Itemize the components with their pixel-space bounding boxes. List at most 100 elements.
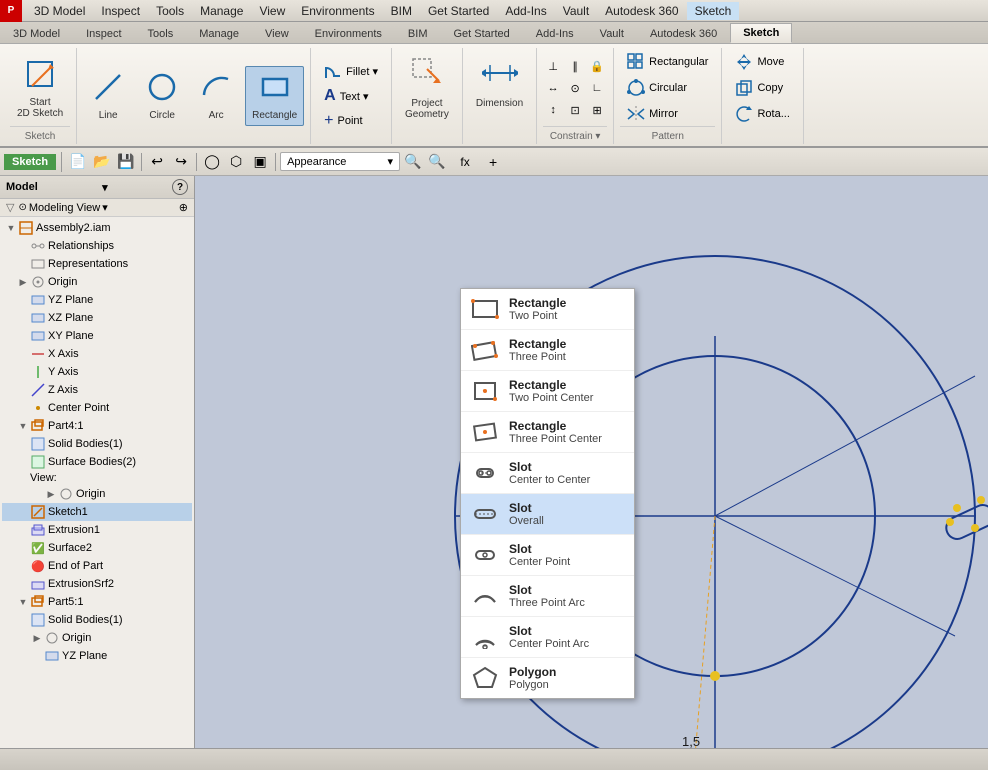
view-cube-btn[interactable]: ◯ [201, 151, 223, 173]
tab-vault[interactable]: Vault [587, 24, 637, 43]
menu-sketch[interactable]: Sketch [687, 2, 740, 20]
plus-btn[interactable]: + [482, 151, 504, 173]
menu-manage[interactable]: Manage [192, 2, 251, 20]
tree-sketch1[interactable]: Sketch1 [2, 503, 192, 521]
tree-xy-plane[interactable]: XY Plane [2, 327, 192, 345]
constrain-btn-8[interactable]: ⊡ [565, 100, 585, 120]
view-dropdown-icon[interactable]: ▾ [102, 201, 108, 214]
redo-btn[interactable]: ↪ [170, 151, 192, 173]
dropdown-item-rect-two-point-center[interactable]: Rectangle Two Point Center [461, 371, 634, 412]
tree-extrusion-srf2[interactable]: ExtrusionSrf2 [2, 575, 192, 593]
sidebar-dropdown-icon[interactable]: ▾ [102, 181, 108, 194]
dropdown-item-rect-three-point[interactable]: Rectangle Three Point [461, 330, 634, 371]
rectangle-button[interactable]: Rectangle [245, 66, 304, 126]
point-button[interactable]: + Point [317, 109, 369, 133]
canvas-area[interactable]: 1,5 1,5 1,25 Rectangle Two Point [195, 176, 988, 748]
move-button[interactable]: Move [728, 50, 796, 74]
tree-solid-bodies-1[interactable]: Solid Bodies(1) [2, 435, 192, 453]
zoom-btn[interactable]: 🔍 [402, 151, 424, 173]
tree-x-axis[interactable]: X Axis [2, 345, 192, 363]
tree-xz-plane[interactable]: XZ Plane [2, 309, 192, 327]
tree-assembly[interactable]: ▼ Assembly2.iam [2, 219, 192, 237]
tree-extrusion1[interactable]: Extrusion1 [2, 521, 192, 539]
tree-surface-bodies[interactable]: Surface Bodies(2) [2, 453, 192, 471]
tree-yz-plane[interactable]: YZ Plane [2, 291, 192, 309]
menu-inspect[interactable]: Inspect [93, 2, 148, 20]
tree-relationships[interactable]: Relationships [2, 237, 192, 255]
dropdown-item-rect-two-point[interactable]: Rectangle Two Point [461, 289, 634, 330]
rectangular-button[interactable]: Rectangular [620, 50, 715, 74]
menu-environments[interactable]: Environments [293, 2, 382, 20]
tree-yz-plane-part5[interactable]: YZ Plane [2, 647, 192, 665]
tab-tools[interactable]: Tools [135, 24, 187, 43]
tree-origin-sub[interactable]: ▶ Origin [2, 485, 192, 503]
appearance-dropdown[interactable]: Appearance ▾ [280, 152, 400, 171]
constrain-btn-5[interactable]: ⊙ [565, 78, 585, 98]
tree-end-of-part[interactable]: 🔴 End of Part [2, 557, 192, 575]
constrain-btn-6[interactable]: ∟ [587, 78, 607, 98]
dropdown-item-slot-center-point[interactable]: Slot Center Point [461, 535, 634, 576]
dropdown-item-rect-three-point-center[interactable]: Rectangle Three Point Center [461, 412, 634, 453]
tab-view[interactable]: View [252, 24, 302, 43]
tab-add-ins[interactable]: Add-Ins [523, 24, 587, 43]
circle-button[interactable]: Circle [137, 66, 187, 126]
dropdown-item-polygon[interactable]: Polygon Polygon [461, 658, 634, 698]
line-button[interactable]: Line [83, 66, 133, 126]
zoom-out-btn[interactable]: 🔍 [426, 151, 448, 173]
tab-manage[interactable]: Manage [186, 24, 252, 43]
dropdown-item-slot-overall[interactable]: Slot Overall [461, 494, 634, 535]
menu-tools[interactable]: Tools [148, 2, 192, 20]
text-button[interactable]: A Text ▾ [317, 84, 375, 108]
sidebar-help-icon[interactable]: ? [172, 179, 188, 195]
tab-bim[interactable]: BIM [395, 24, 441, 43]
undo-btn[interactable]: ↩ [146, 151, 168, 173]
tree-center-point[interactable]: Center Point [2, 399, 192, 417]
fillet-button[interactable]: Fillet ▾ [317, 59, 385, 83]
dropdown-item-slot-three-point-arc[interactable]: Slot Three Point Arc [461, 576, 634, 617]
menu-get-started[interactable]: Get Started [420, 2, 497, 20]
menu-3d-model[interactable]: 3D Model [26, 2, 93, 20]
tree-z-axis[interactable]: Z Axis [2, 381, 192, 399]
menu-view[interactable]: View [251, 2, 293, 20]
tab-environments[interactable]: Environments [302, 24, 395, 43]
menu-add-ins[interactable]: Add-Ins [497, 2, 554, 20]
tree-part5[interactable]: ▼ Part5:1 [2, 593, 192, 611]
circular-button[interactable]: Circular [620, 76, 715, 100]
tab-autodesk-360[interactable]: Autodesk 360 [637, 24, 730, 43]
start-2d-sketch-button[interactable]: Start2D Sketch [10, 53, 70, 124]
tree-origin[interactable]: ▶ Origin [2, 273, 192, 291]
tree-origin-part5[interactable]: ▶ Origin [2, 629, 192, 647]
arc-button[interactable]: Arc [191, 66, 241, 126]
save-btn[interactable]: 💾 [115, 151, 137, 173]
constrain-btn-2[interactable]: ∥ [565, 56, 585, 76]
rotate-button[interactable]: Rota... [728, 102, 796, 126]
tree-y-axis[interactable]: Y Axis [2, 363, 192, 381]
copy-button[interactable]: Copy [728, 76, 796, 100]
tab-get-started[interactable]: Get Started [440, 24, 522, 43]
tab-3d-model[interactable]: 3D Model [0, 24, 73, 43]
dropdown-item-slot-center-center[interactable]: Slot Center to Center [461, 453, 634, 494]
project-geometry-button[interactable]: ProjectGeometry [398, 50, 456, 125]
menu-autodesk-360[interactable]: Autodesk 360 [597, 2, 686, 20]
mirror-button[interactable]: Mirror [620, 102, 715, 126]
view-btn-3[interactable]: ▣ [249, 151, 271, 173]
open-btn[interactable]: 📂 [91, 151, 113, 173]
constrain-btn-4[interactable]: ↔ [543, 78, 563, 98]
tab-sketch[interactable]: Sketch [730, 23, 792, 43]
constrain-btn-1[interactable]: ⊥ [543, 56, 563, 76]
new-btn[interactable]: 📄 [67, 151, 89, 173]
constrain-btn-9[interactable]: ⊞ [587, 100, 607, 120]
fx-btn[interactable]: fx [450, 151, 480, 173]
constrain-btn-3[interactable]: 🔒 [587, 56, 607, 76]
tree-view[interactable]: View: [2, 471, 192, 485]
tree-part4[interactable]: ▼ Part4:1 [2, 417, 192, 435]
tree-surface2[interactable]: ✅ Surface2 [2, 539, 192, 557]
view-btn-2[interactable]: ⬡ [225, 151, 247, 173]
view-settings-icon[interactable]: ⊕ [179, 201, 188, 214]
menu-vault[interactable]: Vault [555, 2, 597, 20]
tab-inspect[interactable]: Inspect [73, 24, 134, 43]
tree-solid-bodies-2[interactable]: Solid Bodies(1) [2, 611, 192, 629]
constrain-btn-7[interactable]: ↕ [543, 100, 563, 120]
tree-representations[interactable]: Representations [2, 255, 192, 273]
dropdown-item-slot-center-point-arc[interactable]: Slot Center Point Arc [461, 617, 634, 658]
